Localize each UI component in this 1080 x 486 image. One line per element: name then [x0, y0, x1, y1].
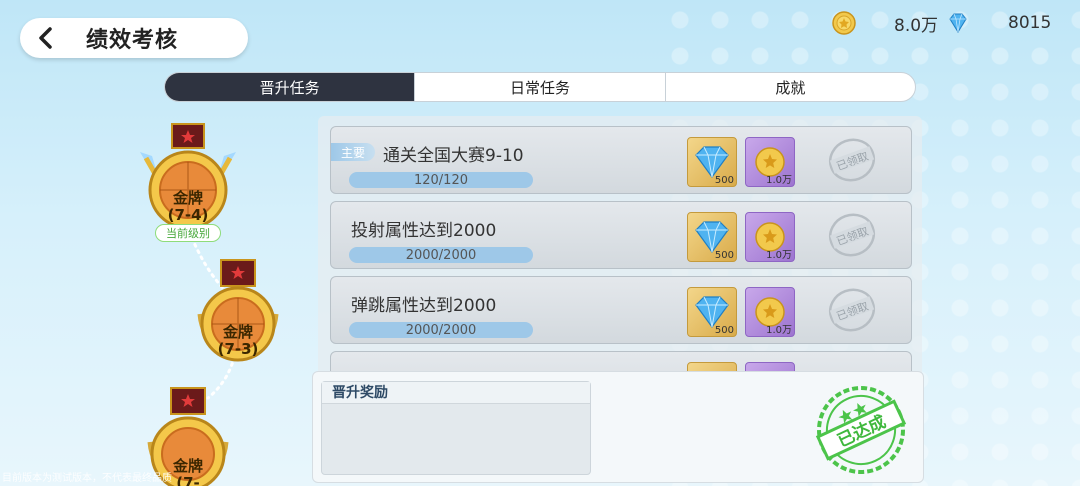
current-level-badge: 当前级别	[155, 224, 221, 242]
gold-coin-icon	[832, 11, 856, 35]
claimed-stamp: 已领取	[827, 137, 877, 187]
task-list[interactable]: 主要 通关全国大赛9-10 120/120 500 1.0万 已领取 投射属性达…	[318, 116, 922, 378]
achieved-stamp: 已达成	[813, 382, 909, 482]
task-row: 主要 通关全国大赛9-10 120/120 500 1.0万 已领取	[330, 126, 912, 194]
gem-value: 8015	[1008, 13, 1052, 33]
rank-badge-7-3[interactable]: 金牌 (7-3)	[192, 258, 284, 364]
reward-slot[interactable]: 1.0万	[745, 287, 795, 337]
reward-slot[interactable]: 1.0万	[745, 137, 795, 187]
reward-quantity: 1.0万	[766, 325, 792, 336]
test-version-notice: 目前版本为测试版本，不代表最终品质	[2, 473, 172, 484]
task-progress: 2000/2000	[349, 247, 533, 263]
rank-badge-current[interactable]: 金牌 (7-4)	[132, 122, 244, 232]
diamond-icon	[946, 11, 970, 35]
claimed-stamp: 已领取	[827, 212, 877, 262]
page-title: 绩效考核	[86, 28, 179, 53]
back-arrow-icon[interactable]	[26, 18, 66, 58]
reward-quantity: 500	[714, 325, 734, 336]
tab-promotion-tasks[interactable]: 晋升任务	[165, 73, 415, 101]
claimed-stamp: 已领取	[827, 287, 877, 337]
diamond-icon	[695, 221, 729, 254]
reward-quantity: 500	[714, 250, 734, 261]
reward-quantity: 1.0万	[766, 175, 792, 186]
reward-slot[interactable]: 1.0万	[745, 212, 795, 262]
task-row: 投射属性达到2000 2000/2000 500 1.0万 已领取	[330, 201, 912, 269]
coin-counter: 8.0万	[832, 10, 938, 36]
gem-counter: 8015	[946, 10, 1051, 36]
reward-slot[interactable]: 500	[687, 137, 737, 187]
reward-quantity: 1.0万	[766, 250, 792, 261]
main-task-tag: 主要	[331, 143, 375, 161]
diamond-icon	[695, 296, 729, 329]
diamond-icon	[695, 146, 729, 179]
tab-bar: 晋升任务 日常任务 成就	[164, 72, 916, 102]
reward-quantity: 500	[714, 175, 734, 186]
task-title: 弹跳属性达到2000	[351, 296, 497, 316]
task-title: 投射属性达到2000	[351, 221, 497, 241]
promotion-reward-title: 晋升奖励	[322, 382, 590, 404]
task-row: 弹跳属性达到2000 2000/2000 500 1.0万 已领取	[330, 276, 912, 344]
coin-value: 8.0万	[894, 15, 939, 36]
task-progress: 2000/2000	[349, 322, 533, 338]
tab-achievements[interactable]: 成就	[664, 73, 915, 101]
reward-slot[interactable]: 500	[687, 287, 737, 337]
reward-slot[interactable]: 500	[687, 212, 737, 262]
promotion-reward-box: 晋升奖励	[321, 381, 591, 475]
promotion-reward-panel: 晋升奖励 已达成	[312, 371, 924, 483]
task-progress: 120/120	[349, 172, 533, 188]
task-title: 通关全国大赛9-10	[383, 146, 524, 166]
tab-daily-tasks[interactable]: 日常任务	[414, 73, 664, 101]
badge-label: 金牌 (7-3)	[217, 323, 259, 358]
badge-label: 金牌 (7-4)	[167, 189, 209, 224]
title-bar: 绩效考核	[20, 18, 248, 58]
